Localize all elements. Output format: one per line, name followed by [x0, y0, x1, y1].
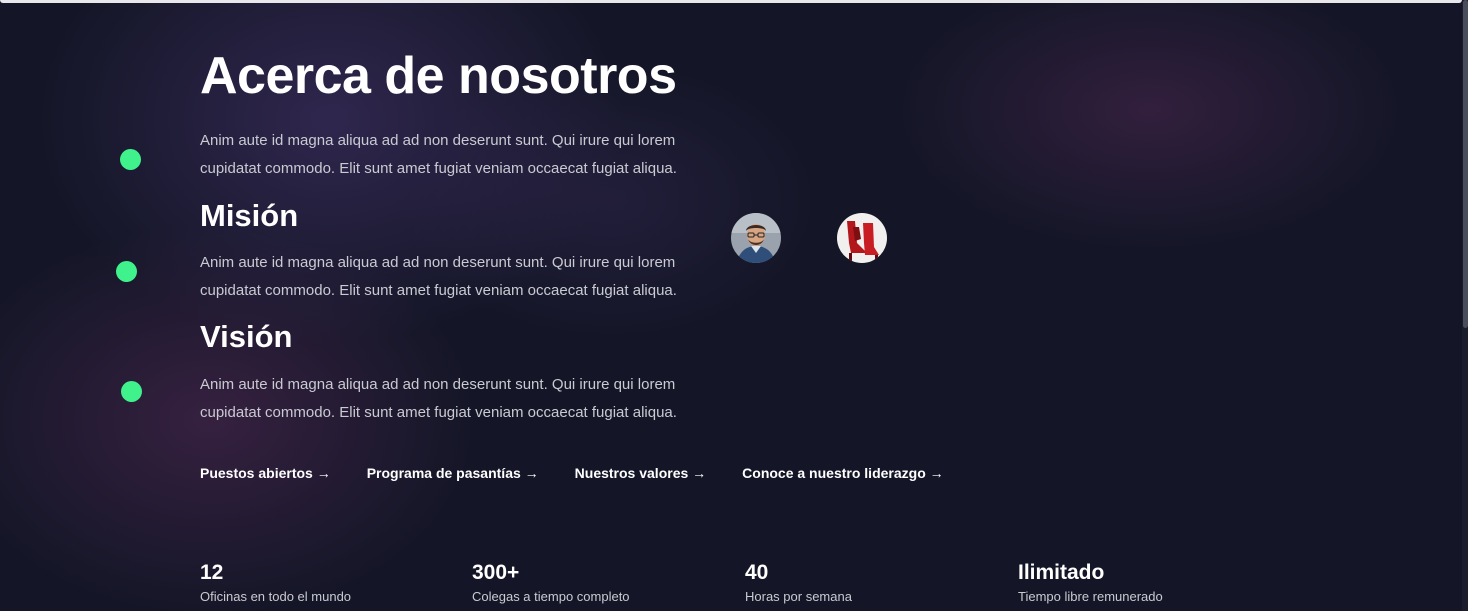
stat-value: 40	[745, 561, 769, 584]
scrollbar-track[interactable]	[1462, 0, 1468, 611]
link-meet-leadership[interactable]: Conoce a nuestro liderazgo →	[742, 465, 943, 481]
vision-heading: Visión	[200, 319, 293, 354]
stat-hours: 40 Horas por semana	[745, 560, 852, 605]
man-portrait-icon	[731, 213, 781, 263]
stat-offices: 12 Oficinas en todo el mundo	[200, 560, 351, 605]
stat-label: Horas por semana	[745, 589, 852, 604]
stat-value: 300+	[472, 561, 520, 584]
mission-text: Anim aute id magna aliqua ad ad non dese…	[200, 254, 677, 299]
link-our-values[interactable]: Nuestros valores →	[575, 465, 707, 481]
stat-label: Tiempo libre remunerado	[1018, 589, 1163, 604]
stat-label: Oficinas en todo el mundo	[200, 589, 352, 604]
about-text: Anim aute id magna aliqua ad ad non dese…	[200, 132, 677, 177]
link-internship-program[interactable]: Programa de pasantías →	[367, 465, 539, 481]
stat-label: Colegas a tiempo completo	[472, 589, 630, 604]
avatar-man-portrait	[731, 213, 781, 263]
timeline-dot-about	[120, 149, 141, 170]
vision-text: Anim aute id magna aliqua ad ad non dese…	[200, 376, 677, 421]
scrollbar-thumb[interactable]	[1463, 0, 1468, 328]
stat-colleagues: 300+ Colegas a tiempo completo	[472, 560, 630, 605]
avatar-red-shoes	[837, 213, 887, 263]
links-row: Puestos abiertos → Programa de pasantías…	[200, 465, 944, 481]
timeline-dot-vision	[121, 381, 142, 402]
mission-heading: Misión	[200, 198, 299, 233]
stat-value: Ilimitado	[1018, 561, 1105, 584]
red-shoes-icon	[837, 213, 887, 263]
link-open-positions[interactable]: Puestos abiertos →	[200, 465, 331, 481]
timeline-dot-mission	[116, 261, 137, 282]
page-title: Acerca de nosotros	[200, 47, 677, 105]
stat-paid-time-off: Ilimitado Tiempo libre remunerado	[1018, 560, 1163, 605]
stat-value: 12	[200, 561, 224, 584]
browser-top-edge	[0, 0, 1462, 3]
about-page: Acerca de nosotros Anim aute id magna al…	[0, 0, 1468, 611]
